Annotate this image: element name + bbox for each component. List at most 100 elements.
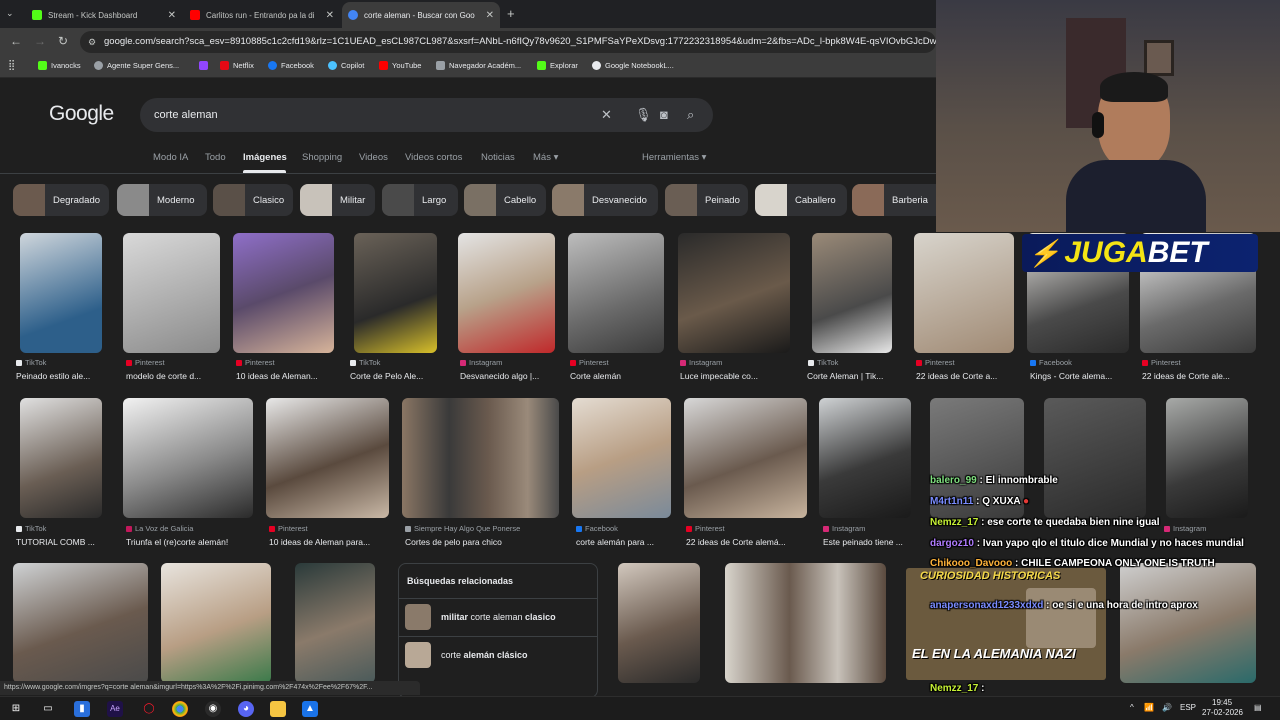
bookmark-navegador[interactable]: Navegador Académ... bbox=[436, 61, 521, 70]
reload-icon[interactable]: ↻ bbox=[58, 34, 68, 48]
result-source[interactable]: Instagram bbox=[1164, 524, 1206, 533]
related-search-item[interactable]: militar corte aleman clasico bbox=[399, 598, 597, 634]
forward-icon[interactable]: → bbox=[34, 34, 46, 48]
result-image[interactable] bbox=[618, 563, 700, 683]
result-image[interactable] bbox=[354, 233, 437, 353]
result-image[interactable] bbox=[233, 233, 334, 353]
result-source[interactable]: Facebook bbox=[576, 524, 618, 533]
result-title[interactable]: 22 ideas de Corte ale... bbox=[1142, 371, 1252, 381]
volume-icon[interactable]: 🔊 bbox=[1162, 703, 1172, 712]
language-indicator[interactable]: ESP bbox=[1180, 703, 1196, 712]
result-title[interactable]: modelo de corte d... bbox=[126, 371, 222, 381]
opera-icon[interactable]: ◯ bbox=[141, 701, 157, 717]
chip-peinado[interactable]: Peinado bbox=[665, 184, 748, 216]
bookmark-ivanocks[interactable]: Ivanocks bbox=[38, 61, 81, 70]
result-source[interactable]: La Voz de Galicia bbox=[126, 524, 193, 533]
back-icon[interactable]: ← bbox=[10, 34, 22, 48]
result-title[interactable]: 10 ideas de Aleman para... bbox=[269, 537, 389, 547]
result-title[interactable]: corte alemán para ... bbox=[576, 537, 672, 547]
tab-carlitos-run[interactable]: Carlitos run - Entrando pa la di ✕ bbox=[184, 2, 340, 28]
result-source[interactable]: Pinterest bbox=[126, 358, 165, 367]
search-icon[interactable]: ⌕ bbox=[687, 98, 694, 132]
tab-modo-ia[interactable]: Modo IA bbox=[153, 152, 188, 163]
new-tab-button[interactable]: + bbox=[507, 6, 515, 21]
result-image[interactable] bbox=[568, 233, 664, 353]
result-source[interactable]: Pinterest bbox=[269, 524, 308, 533]
bookmark-youtube[interactable]: YouTube bbox=[379, 61, 421, 70]
clock-time[interactable]: 19:45 bbox=[1212, 698, 1232, 707]
result-title[interactable]: 22 ideas de Corte alemá... bbox=[686, 537, 806, 547]
tab-noticias[interactable]: Noticias bbox=[481, 152, 515, 163]
bookmark-notebooklm[interactable]: Google NotebookL... bbox=[592, 61, 674, 70]
obs-icon[interactable]: ◉ bbox=[205, 701, 221, 717]
chip-desvanecido[interactable]: Desvanecido bbox=[552, 184, 658, 216]
app-blue-icon[interactable]: ▲ bbox=[302, 701, 318, 717]
close-tab-icon[interactable]: ✕ bbox=[168, 10, 176, 21]
bookmark-copilot[interactable]: Copilot bbox=[328, 61, 364, 70]
result-source[interactable]: Pinterest bbox=[1142, 358, 1181, 367]
result-source[interactable]: Instagram bbox=[460, 358, 502, 367]
result-title[interactable]: Este peinado tiene ... bbox=[823, 537, 915, 547]
result-source[interactable]: Pinterest bbox=[570, 358, 609, 367]
result-image[interactable] bbox=[458, 233, 555, 353]
result-title[interactable]: Peinado estilo ale... bbox=[16, 371, 106, 381]
chip-moderno[interactable]: Moderno bbox=[117, 184, 207, 216]
close-tab-icon[interactable]: ✕ bbox=[486, 10, 494, 21]
result-title[interactable]: Corte de Pelo Ale... bbox=[350, 371, 442, 381]
tab-imagenes[interactable]: Imágenes bbox=[243, 152, 287, 163]
result-title[interactable]: Corte alemán bbox=[570, 371, 666, 381]
close-tab-icon[interactable]: ✕ bbox=[326, 10, 334, 21]
result-title[interactable]: Desvanecido algo |... bbox=[460, 371, 556, 381]
site-info-icon[interactable]: ⚙ bbox=[88, 31, 96, 53]
result-image[interactable] bbox=[402, 398, 559, 518]
result-image[interactable] bbox=[161, 563, 271, 683]
result-title[interactable]: TUTORIAL COMB ... bbox=[16, 537, 108, 547]
result-image[interactable] bbox=[914, 233, 1014, 353]
result-source[interactable]: Facebook bbox=[1030, 358, 1072, 367]
result-image[interactable] bbox=[819, 398, 911, 518]
chrome-icon[interactable] bbox=[172, 701, 188, 717]
result-source[interactable]: TikTok bbox=[16, 524, 46, 533]
tab-videos-cortos[interactable]: Videos cortos bbox=[405, 152, 462, 163]
result-source[interactable]: Pinterest bbox=[686, 524, 725, 533]
notifications-icon[interactable]: ▤ bbox=[1254, 703, 1262, 712]
result-image[interactable] bbox=[123, 398, 253, 518]
related-search-item[interactable]: corte alemán clásico bbox=[399, 636, 597, 672]
result-title[interactable]: 22 ideas de Corte a... bbox=[916, 371, 1016, 381]
windows-start-icon[interactable]: ⊞ bbox=[8, 701, 24, 717]
file-explorer-icon[interactable] bbox=[270, 701, 286, 717]
result-source[interactable]: Instagram bbox=[680, 358, 722, 367]
result-source[interactable]: TikTok bbox=[808, 358, 838, 367]
tray-chevron-icon[interactable]: ^ bbox=[1130, 703, 1134, 712]
result-source[interactable]: TikTok bbox=[350, 358, 380, 367]
tab-videos[interactable]: Videos bbox=[359, 152, 388, 163]
tab-google-search[interactable]: corte aleman - Buscar con Goo ✕ bbox=[342, 2, 500, 28]
network-icon[interactable]: 📶 bbox=[1144, 703, 1154, 712]
result-image[interactable] bbox=[1120, 563, 1256, 683]
result-image[interactable] bbox=[572, 398, 671, 518]
search-input[interactable]: corte aleman ✕ 🎙 ◙ ⌕ bbox=[140, 98, 713, 132]
lens-icon[interactable]: ◙ bbox=[660, 98, 668, 132]
chip-clasico[interactable]: Clasico bbox=[213, 184, 293, 216]
microphone-icon[interactable]: 🎙 bbox=[635, 98, 652, 132]
result-title[interactable]: Corte Aleman | Tik... bbox=[807, 371, 903, 381]
tab-mas[interactable]: Más ▾ bbox=[533, 152, 558, 163]
result-title[interactable]: Cortes de pelo para chico bbox=[405, 537, 561, 547]
result-image[interactable] bbox=[13, 563, 148, 683]
result-image[interactable] bbox=[684, 398, 807, 518]
result-source[interactable]: Instagram bbox=[823, 524, 865, 533]
chip-militar[interactable]: Militar bbox=[300, 184, 375, 216]
chip-largo[interactable]: Largo bbox=[382, 184, 458, 216]
bookmark-explorar[interactable]: Explorar bbox=[537, 61, 578, 70]
bookmark-unnamed[interactable] bbox=[199, 61, 212, 70]
result-image[interactable] bbox=[678, 233, 790, 353]
result-title[interactable]: Triunfa el (re)corte alemán! bbox=[126, 537, 256, 547]
discord-icon[interactable]: ◕ bbox=[238, 701, 254, 717]
result-image[interactable] bbox=[1044, 398, 1146, 518]
result-source[interactable]: Pinterest bbox=[916, 358, 955, 367]
chip-degradado[interactable]: Degradado bbox=[13, 184, 109, 216]
tab-list-chevron-icon[interactable]: ⌄ bbox=[6, 8, 14, 19]
google-logo[interactable]: Google bbox=[49, 102, 114, 126]
result-source[interactable]: Siempre Hay Algo Que Ponerse bbox=[405, 524, 520, 533]
chip-cabello[interactable]: Cabello bbox=[464, 184, 546, 216]
